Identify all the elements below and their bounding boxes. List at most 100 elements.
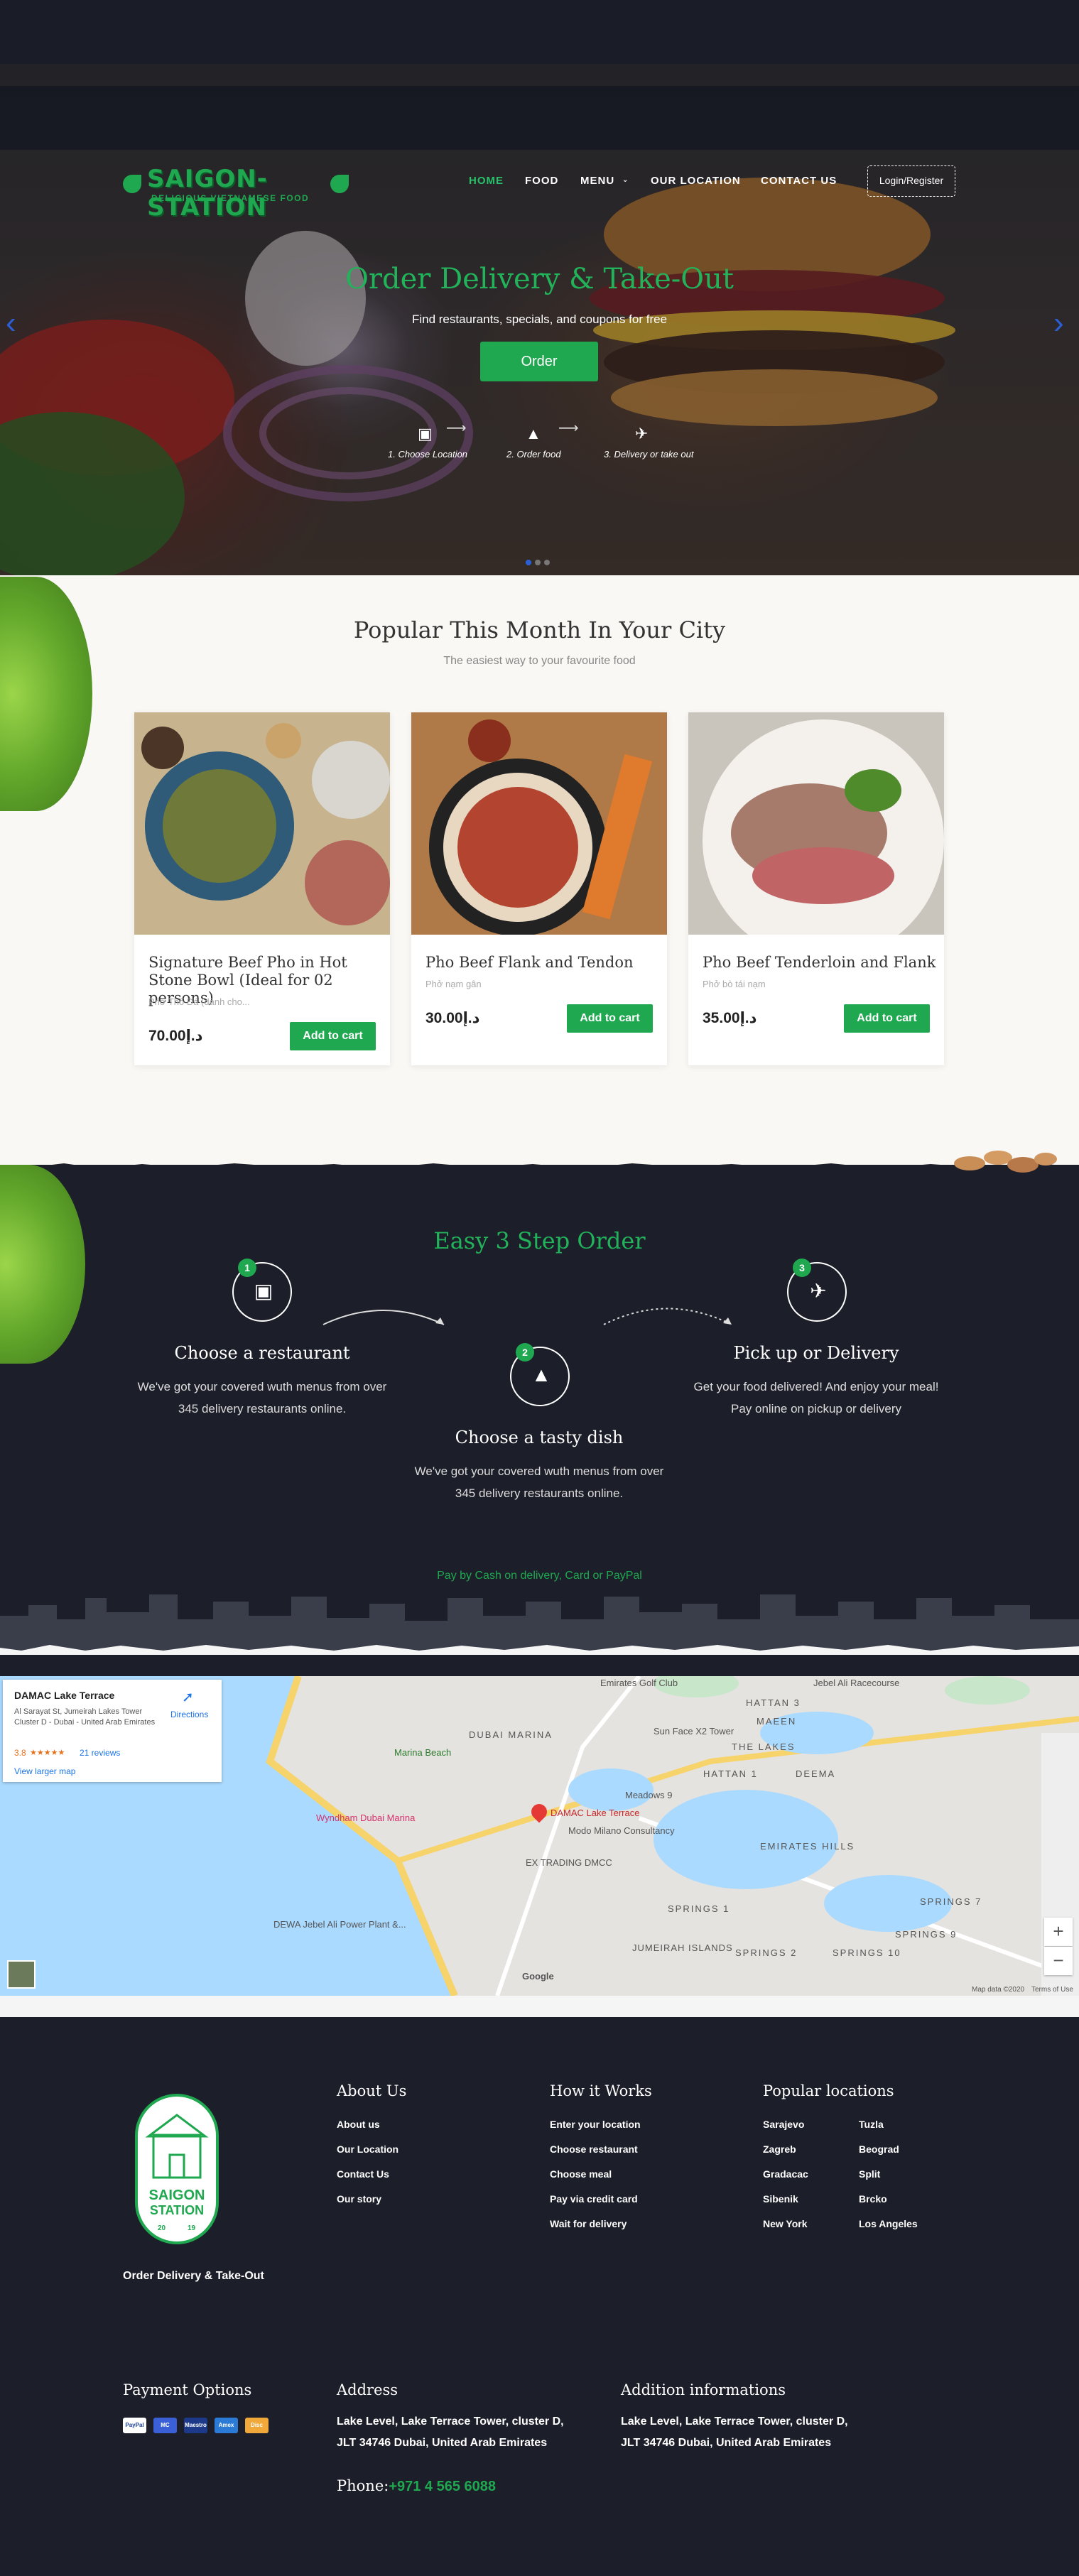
footer-link[interactable]: Choose meal [550,2168,612,2180]
top-bar [0,0,1079,64]
nav-menu[interactable]: MENU [580,175,614,192]
zoom-in-button[interactable]: + [1044,1918,1073,1946]
badge-est-right: 19 [188,2224,196,2232]
payment-title: Payment Options [123,2381,252,2398]
directions-link[interactable]: Directions [170,1710,208,1719]
footer-link[interactable]: Wait for delivery [550,2218,627,2229]
location-link[interactable]: Brcko [859,2193,887,2205]
reviews-link[interactable]: 21 reviews [80,1748,120,1758]
footer-about-title: About Us [337,2082,407,2099]
phone-label: Phone: [337,2477,389,2494]
map-label: SPRINGS 1 [668,1903,730,1914]
footer-link[interactable]: Pay via credit card [550,2193,638,2205]
delivery-icon: ✈ [635,425,649,442]
product-image[interactable] [411,712,667,935]
store-icon [145,2114,209,2179]
zoom-out-button[interactable]: − [1044,1947,1073,1975]
product-alt-name: Phở bò tái nạm [703,979,766,989]
map-label: DUBAI MARINA [469,1729,553,1740]
address-line-1: Lake Level, Lake Terrace Tower, cluster … [337,2415,564,2428]
map-place-card: DAMAC Lake Terrace Al Sarayat St, Jumeir… [3,1680,222,1782]
location-link[interactable]: Sibenik [763,2193,798,2205]
step-title: Pick up or Delivery [733,1343,899,1363]
order-button[interactable]: Order [480,342,598,381]
product-alt-name: Phở Thố Đá (dành cho... [148,996,250,1007]
product-name[interactable]: Pho Beef Flank and Tendon [425,954,660,972]
map-label: Marina Beach [394,1747,452,1758]
add-to-cart-button[interactable]: Add to cart [290,1022,376,1050]
product-card[interactable]: Pho Beef Flank and Tendon Phở nạm gân 30… [411,712,667,1065]
location-link[interactable]: Beograd [859,2143,899,2155]
footer-link[interactable]: Choose restaurant [550,2143,638,2155]
map-label: EX TRADING DMCC [526,1857,612,1868]
address-title: Address [337,2381,398,2398]
map-label: Jebel Ali Racecourse [813,1678,900,1688]
brand-logo[interactable]: SAIGON-STATION DELICIOUS VIETNAMESE FOOD [123,165,350,222]
footer-locations-title: Popular locations [763,2082,894,2099]
map-label: Sun Face X2 Tower [654,1726,734,1737]
hero-arrow: ⟶ [558,420,579,436]
login-register-button[interactable]: Login/Register [867,165,955,197]
location-link[interactable]: Gradacac [763,2168,808,2180]
hero-subtitle: Find restaurants, specials, and coupons … [411,313,668,326]
map-label: Emirates Golf Club [600,1678,678,1688]
footer-link[interactable]: Enter your location [550,2119,641,2130]
directions-icon[interactable]: ➚ [182,1688,194,1706]
step-number: 1 [238,1259,256,1277]
footer-how-title: How it Works [550,2082,652,2099]
city-skyline [0,1594,1079,1655]
place-rating: 3.8 [14,1748,26,1758]
map-label: THE LAKES [732,1741,796,1752]
step-title: Choose a restaurant [174,1343,350,1363]
location-link[interactable]: Split [859,2168,880,2180]
location-link[interactable]: Zagreb [763,2143,796,2155]
map-terms-link[interactable]: Terms of Use [1031,1986,1073,1994]
map-label: JUMEIRAH ISLANDS [632,1942,733,1953]
store-icon: ▣ [254,1280,273,1302]
nav-our-location[interactable]: OUR LOCATION [651,175,741,192]
map-label: SPRINGS 9 [895,1929,958,1940]
phone-link[interactable]: +971 4 565 6088 [389,2479,496,2494]
hero-step-1: 1. Choose Location [388,449,468,460]
product-image[interactable] [688,712,944,935]
cloche-icon: ▲ [531,1364,551,1386]
paypal-icon: PayPal [123,2418,146,2433]
footer-link[interactable]: About us [337,2119,380,2130]
footer-link[interactable]: Contact Us [337,2168,389,2180]
chevron-down-icon[interactable]: ⌄ [622,176,629,193]
product-name[interactable]: Pho Beef Tenderloin and Flank [703,954,937,972]
rating-stars: ★★★★★ [30,1749,65,1757]
product-image[interactable] [134,712,390,935]
hero-arrow: ⟶ [446,420,467,436]
slider-dot[interactable] [535,560,541,565]
slider-dots[interactable] [526,556,553,569]
leaf-icon [330,175,349,193]
location-link[interactable]: Los Angeles [859,2218,918,2229]
location-link[interactable]: New York [763,2218,808,2229]
cloche-icon: ▲ [526,425,541,442]
place-name: DAMAC Lake Terrace [14,1690,115,1701]
location-link[interactable]: Tuzla [859,2119,884,2130]
nav-home[interactable]: HOME [469,175,504,192]
map-label: SPRINGS 10 [833,1947,901,1958]
popular-subtitle: The easiest way to your favourite food [443,655,636,667]
slider-dot[interactable] [544,560,550,565]
map-label: SPRINGS 2 [735,1947,798,1958]
slider-dot[interactable] [526,560,531,565]
amex-icon: Amex [215,2418,238,2433]
place-address: Al Sarayat St, Jumeirah Lakes Tower Clus… [14,1707,156,1727]
map-label: EMIRATES HILLS [760,1841,855,1852]
satellite-toggle[interactable] [7,1960,36,1989]
product-card[interactable]: Signature Beef Pho in Hot Stone Bowl (Id… [134,712,390,1065]
add-to-cart-button[interactable]: Add to cart [844,1004,930,1033]
location-link[interactable]: Sarajevo [763,2119,804,2130]
nav-food[interactable]: FOOD [525,175,558,192]
product-card[interactable]: Pho Beef Tenderloin and Flank Phở bò tái… [688,712,944,1065]
footer-link[interactable]: Our story [337,2193,381,2205]
footer-link[interactable]: Our Location [337,2143,398,2155]
add-to-cart-button[interactable]: Add to cart [567,1004,653,1033]
nav-contact-us[interactable]: CONTACT US [761,175,837,192]
view-larger-map-link[interactable]: View larger map [14,1766,75,1776]
map-label: DEEMA [796,1768,836,1779]
discover-icon: Disc [245,2418,269,2433]
